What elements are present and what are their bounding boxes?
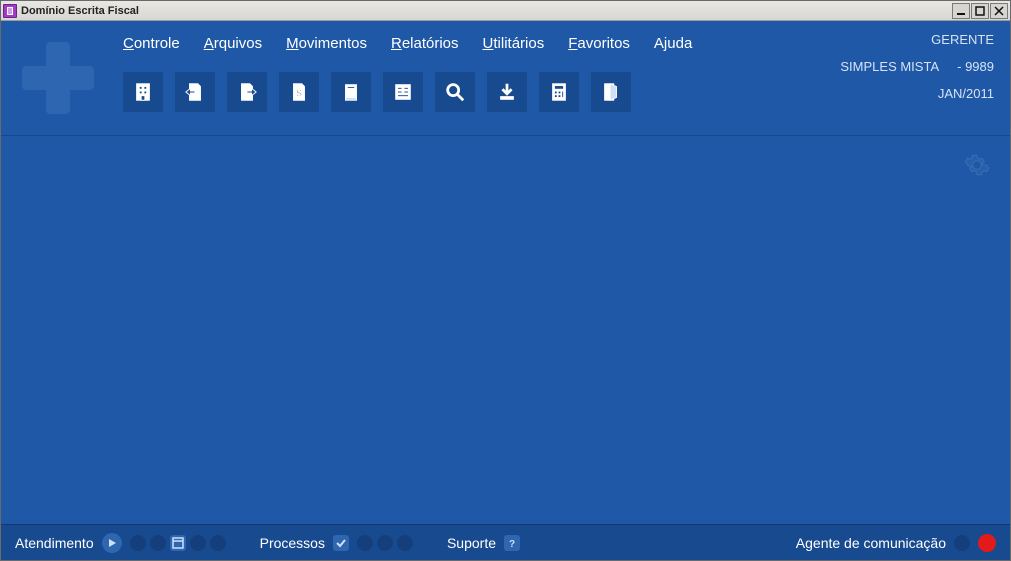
menu-utilitarios[interactable]: Utilitários — [483, 35, 545, 52]
doc-money-icon: $ — [288, 81, 310, 103]
header-company: SIMPLES MISTA — [840, 60, 939, 73]
status-dot — [130, 535, 146, 551]
status-processos-label: Processos — [260, 535, 325, 551]
status-help-button[interactable]: ? — [504, 535, 520, 551]
download-icon — [496, 81, 518, 103]
status-check-button[interactable] — [333, 535, 349, 551]
menu-favoritos[interactable]: Favoritos — [568, 35, 630, 52]
app-window: Domínio Escrita Fiscal Controle Arquivos… — [0, 0, 1011, 561]
window-title: Domínio Escrita Fiscal — [21, 5, 952, 17]
maximize-button[interactable] — [971, 3, 989, 19]
menu-relatorios[interactable]: Relatórios — [391, 35, 459, 52]
status-play-button[interactable] — [102, 533, 122, 553]
workspace — [1, 135, 1010, 524]
menu-ajuda[interactable]: Ajuda — [654, 35, 692, 52]
status-dot — [210, 535, 226, 551]
gear-icon — [964, 152, 990, 178]
status-atendimento-label: Atendimento — [15, 535, 94, 551]
settings-button[interactable] — [964, 152, 990, 178]
tool-search[interactable] — [435, 72, 475, 112]
window-icon — [172, 537, 184, 549]
tool-book[interactable] — [331, 72, 371, 112]
tool-exit[interactable] — [591, 72, 631, 112]
building-icon — [132, 81, 154, 103]
status-atendimento-dots — [130, 535, 226, 551]
minimize-button[interactable] — [952, 3, 970, 19]
app-logo — [13, 33, 103, 123]
tool-form[interactable] — [383, 72, 423, 112]
status-dot — [357, 535, 373, 551]
menu-arquivos[interactable]: Arquivos — [204, 35, 262, 52]
status-agente-label: Agente de comunicação — [796, 535, 946, 551]
window-controls — [952, 3, 1008, 19]
tool-calculator[interactable] — [539, 72, 579, 112]
status-agent-indicator[interactable] — [978, 534, 996, 552]
menu-movimentos[interactable]: Movimentos — [286, 35, 367, 52]
status-dot — [377, 535, 393, 551]
status-suporte-group: Suporte ? — [447, 535, 520, 551]
status-dot — [397, 535, 413, 551]
status-agente-group: Agente de comunicação — [796, 534, 996, 552]
doc-in-icon — [184, 81, 206, 103]
play-icon — [107, 538, 117, 548]
statusbar: Atendimento Processos — [1, 524, 1010, 560]
header-info: GERENTE SIMPLES MISTA - 9989 JAN/2011 — [840, 33, 994, 100]
header-company-code: - 9989 — [957, 60, 994, 73]
header-period: JAN/2011 — [938, 87, 994, 100]
header-band: Controle Arquivos Movimentos Relatórios … — [1, 21, 1010, 135]
plus-icon — [13, 33, 103, 123]
titlebar: Domínio Escrita Fiscal — [1, 1, 1010, 21]
tool-doc-out[interactable] — [227, 72, 267, 112]
tool-doc-in[interactable] — [175, 72, 215, 112]
calculator-icon — [548, 81, 570, 103]
tool-doc-money[interactable]: $ — [279, 72, 319, 112]
menu-controle[interactable]: Controle — [123, 35, 180, 52]
form-icon — [392, 81, 414, 103]
status-window-icon-button[interactable] — [170, 535, 186, 551]
question-icon: ? — [506, 537, 518, 549]
status-dot — [190, 535, 206, 551]
svg-text:$: $ — [296, 89, 302, 100]
app-icon — [3, 4, 17, 18]
exit-icon — [600, 81, 622, 103]
tool-download[interactable] — [487, 72, 527, 112]
status-atendimento-group: Atendimento — [15, 533, 226, 553]
close-button[interactable] — [990, 3, 1008, 19]
doc-out-icon — [236, 81, 258, 103]
search-icon — [444, 81, 466, 103]
status-processos-group: Processos — [260, 535, 413, 551]
status-dot — [954, 535, 970, 551]
svg-text:?: ? — [509, 539, 515, 549]
status-dot — [150, 535, 166, 551]
check-icon — [335, 537, 347, 549]
status-suporte-label: Suporte — [447, 535, 496, 551]
status-processos-dots — [357, 535, 413, 551]
tool-building[interactable] — [123, 72, 163, 112]
header-user: GERENTE — [931, 33, 994, 46]
book-icon — [340, 81, 362, 103]
